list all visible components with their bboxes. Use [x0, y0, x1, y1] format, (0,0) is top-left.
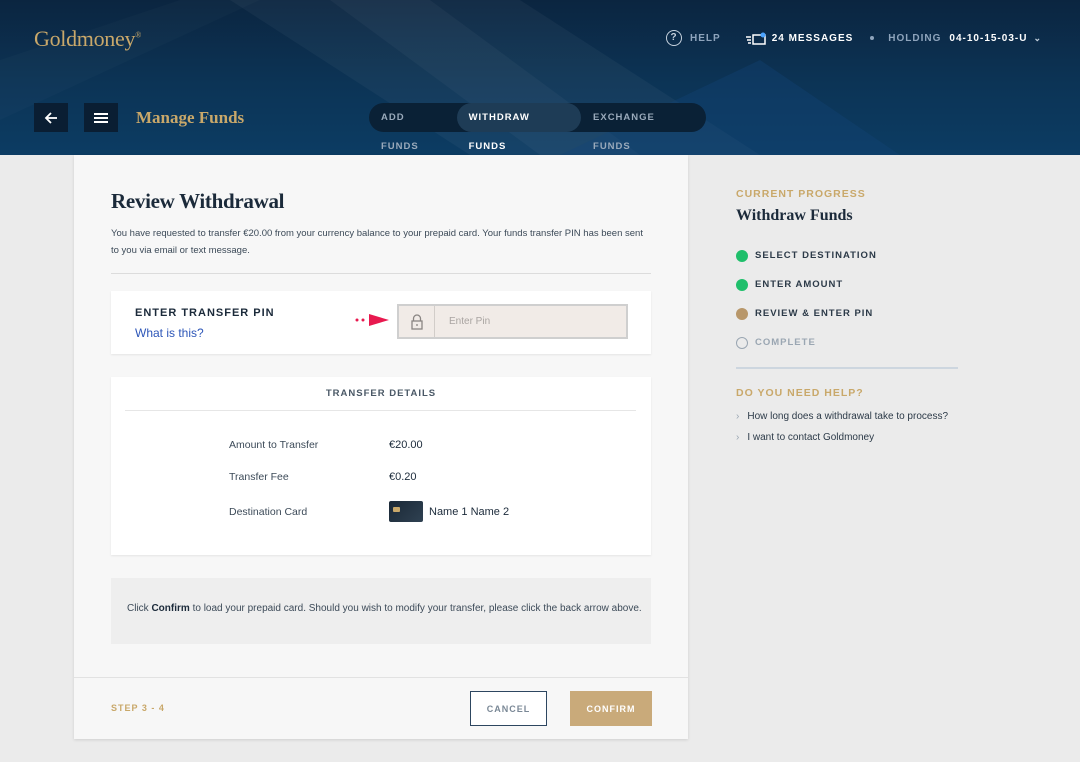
- help-link-contact[interactable]: › I want to contact Goldmoney: [736, 432, 958, 443]
- divider: [111, 273, 651, 274]
- menu-button[interactable]: [84, 103, 118, 132]
- detail-label: Destination Card: [229, 505, 308, 518]
- card-holder-name: Name 1 Name 2: [429, 505, 510, 518]
- progress-step: REVIEW & ENTER PIN: [736, 299, 958, 328]
- pin-section: ENTER TRANSFER PIN What is this? Enter P…: [111, 291, 651, 354]
- messages-icon[interactable]: [745, 32, 766, 45]
- detail-label: Transfer Fee: [229, 471, 289, 483]
- detail-row-amount: Amount to Transfer €20.00: [229, 439, 423, 451]
- detail-value: €20.00: [389, 439, 423, 451]
- logo-text: Goldmoney: [34, 26, 136, 51]
- help-icon[interactable]: ?: [666, 30, 683, 46]
- chevron-down-icon[interactable]: ⌄: [1033, 33, 1042, 44]
- help-link-label: I want to contact Goldmoney: [747, 432, 875, 443]
- confirm-note: Click Confirm to load your prepaid card.…: [111, 578, 651, 644]
- help-link-label: How long does a withdrawal take to proce…: [747, 411, 949, 422]
- review-title: Review Withdrawal: [111, 189, 285, 213]
- progress-step: ENTER AMOUNT: [736, 270, 958, 299]
- progress-title: Withdraw Funds: [736, 207, 853, 224]
- cancel-button[interactable]: CANCEL: [470, 691, 547, 726]
- divider: [736, 367, 958, 369]
- step-done-icon: [736, 278, 748, 291]
- step-label: SELECT DESTINATION: [755, 250, 877, 261]
- progress-steps: SELECT DESTINATION ENTER AMOUNT REVIEW &…: [736, 241, 958, 357]
- transfer-details-title: TRANSFER DETAILS: [325, 388, 437, 399]
- note-suffix: to load your prepaid card. Should you wi…: [189, 603, 642, 614]
- review-card: Review Withdrawal You have requested to …: [74, 155, 688, 739]
- tab-exchange-funds[interactable]: EXCHANGE FUNDS: [581, 103, 706, 152]
- messages-link[interactable]: 24 MESSAGES: [772, 33, 854, 44]
- help-link-withdrawal-time[interactable]: › How long does a withdrawal take to pro…: [736, 411, 958, 422]
- chevron-right-icon: ›: [736, 411, 740, 422]
- holding-selector[interactable]: 04-10-15-03-U: [949, 33, 1027, 44]
- pin-label: ENTER TRANSFER PIN: [135, 307, 275, 319]
- step-done-icon: [736, 249, 748, 262]
- divider: [125, 410, 636, 411]
- hamburger-menu-icon: [94, 112, 108, 123]
- confirm-note-text: Click Confirm to load your prepaid card.…: [127, 603, 642, 614]
- step-label: ENTER AMOUNT: [755, 279, 844, 290]
- divider: [74, 677, 688, 678]
- help-title: DO YOU NEED HELP?: [736, 387, 864, 399]
- progress-step: COMPLETE: [736, 328, 958, 357]
- page-title: Manage Funds: [136, 107, 245, 127]
- help-link[interactable]: HELP: [690, 33, 721, 44]
- goldmoney-logo[interactable]: Goldmoney®: [34, 26, 141, 52]
- holding-label: HOLDING: [888, 32, 942, 44]
- progress-kicker: CURRENT PROGRESS: [736, 188, 866, 200]
- chevron-right-icon: ›: [736, 432, 740, 443]
- pin-input[interactable]: Enter Pin: [397, 304, 628, 339]
- tab-add-funds[interactable]: ADD FUNDS: [369, 103, 457, 152]
- tab-withdraw-funds[interactable]: WITHDRAW FUNDS: [456, 103, 582, 152]
- top-utility-bar: ? HELP 24 MESSAGES HOLDING 04-10-15-03-U…: [666, 30, 1042, 46]
- step-indicator: STEP 3 - 4: [111, 703, 165, 713]
- pin-placeholder: Enter Pin: [449, 316, 491, 327]
- transfer-details: TRANSFER DETAILS Amount to Transfer €20.…: [111, 377, 651, 555]
- note-bold: Confirm: [151, 603, 190, 614]
- detail-value: Name 1 Name 2: [389, 501, 509, 522]
- top-header: Goldmoney® ? HELP 24 MESSAGES HOLDING 04…: [0, 0, 1080, 155]
- confirm-button[interactable]: CONFIRM: [570, 691, 652, 726]
- page-nav: Manage Funds: [34, 103, 244, 132]
- review-description: You have requested to transfer €20.00 fr…: [111, 228, 643, 256]
- step-label: COMPLETE: [755, 337, 816, 348]
- progress-step: SELECT DESTINATION: [736, 241, 958, 270]
- separator-dot: [870, 36, 875, 40]
- arrow-left-icon: [44, 111, 57, 124]
- lock-icon: [399, 306, 435, 337]
- step-pending-icon: [736, 336, 748, 349]
- funds-tabs: ADD FUNDS WITHDRAW FUNDS EXCHANGE FUNDS: [369, 103, 706, 152]
- detail-row-card: Destination Card Name 1 Name 2: [229, 501, 509, 522]
- detail-label: Amount to Transfer: [229, 439, 319, 451]
- what-is-this-link[interactable]: What is this?: [135, 326, 204, 340]
- card-image: [389, 501, 423, 522]
- arrow-right-icon: [355, 314, 389, 326]
- detail-value: €0.20: [389, 471, 417, 483]
- progress-sidebar: CURRENT PROGRESS Withdraw Funds SELECT D…: [736, 188, 958, 443]
- detail-row-fee: Transfer Fee €0.20: [229, 471, 417, 483]
- note-prefix: Click: [127, 603, 152, 614]
- back-button[interactable]: [34, 103, 68, 132]
- step-current-icon: [736, 307, 748, 320]
- step-label: REVIEW & ENTER PIN: [755, 308, 874, 319]
